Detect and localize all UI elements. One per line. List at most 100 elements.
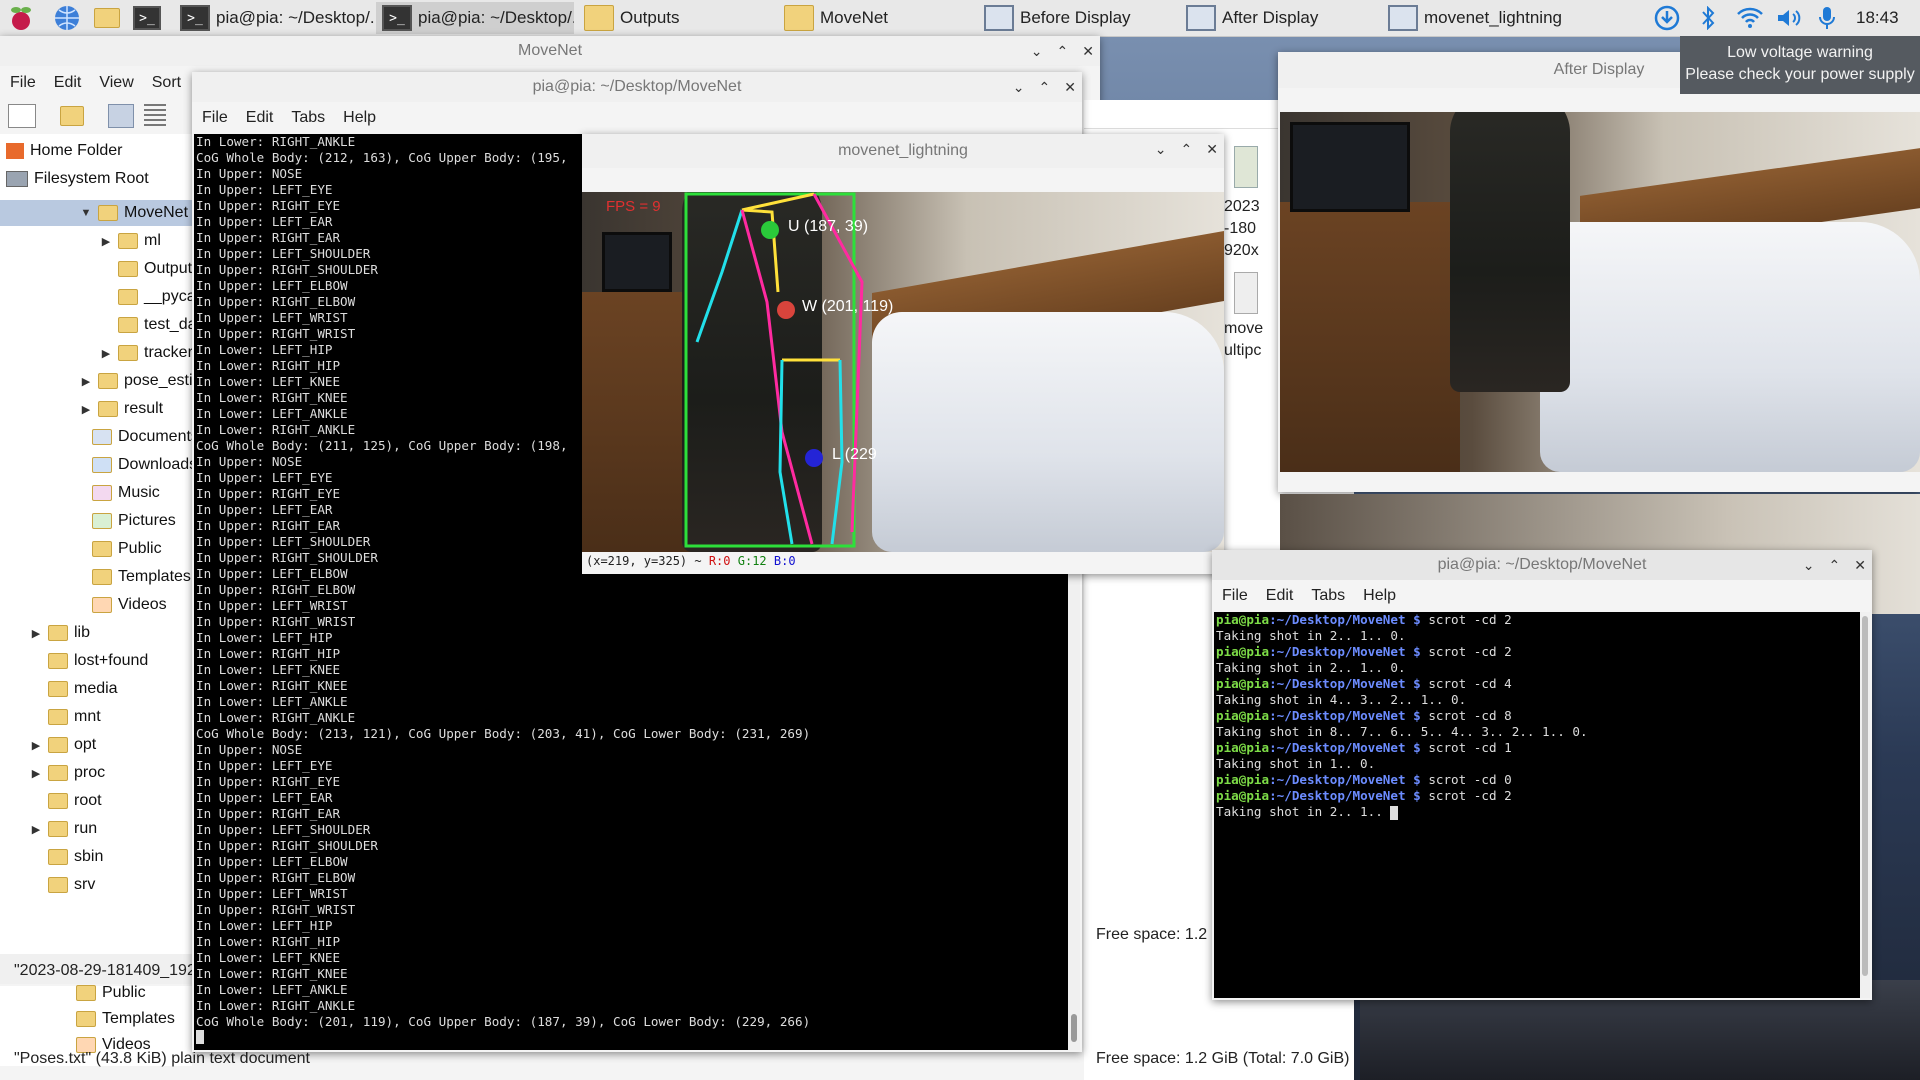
chevron-right-icon[interactable]: ▶ <box>100 235 112 248</box>
folder-icon <box>92 513 112 529</box>
taskbar-item-movenet[interactable]: MoveNet <box>778 2 974 34</box>
list-view-icon[interactable] <box>144 104 166 128</box>
tree-item[interactable]: ▶ ml <box>0 228 192 254</box>
maximize-icon[interactable]: ⌃ <box>1057 43 1069 60</box>
tree-item[interactable]: __pycac <box>0 284 204 310</box>
close-icon[interactable]: ✕ <box>1082 43 1094 60</box>
bluetooth-icon[interactable] <box>1694 4 1722 32</box>
image-thumbnail[interactable] <box>1234 146 1258 188</box>
minimize-icon[interactable]: ⌄ <box>1803 557 1815 574</box>
menu-file[interactable]: File <box>10 74 36 92</box>
menu-help[interactable]: Help <box>343 109 376 127</box>
tree-item[interactable]: ▼ MoveNet <box>0 200 192 226</box>
menu-tabs[interactable]: Tabs <box>1311 587 1345 605</box>
chevron-right-icon[interactable]: ▶ <box>30 823 42 836</box>
minimize-icon[interactable]: ⌄ <box>1155 141 1167 158</box>
close-icon[interactable]: ✕ <box>1854 557 1866 574</box>
folder-icon <box>48 793 68 809</box>
file-thumbnail[interactable] <box>1234 272 1258 314</box>
chevron-down-icon[interactable]: ▼ <box>80 207 92 219</box>
maximize-icon[interactable]: ⌃ <box>1829 557 1841 574</box>
tree-item[interactable]: Downloads <box>0 452 197 478</box>
minimize-icon[interactable]: ⌄ <box>1013 79 1025 96</box>
new-window-icon[interactable] <box>8 104 36 128</box>
tree-item[interactable]: lost+found <box>0 648 192 674</box>
microphone-icon[interactable] <box>1814 4 1840 32</box>
tree-item[interactable]: mnt <box>0 704 192 730</box>
window-controls: ⌄ ⌃ ✕ <box>1803 550 1866 580</box>
volume-icon[interactable] <box>1774 4 1804 32</box>
tree-item[interactable]: Public <box>0 536 192 562</box>
window-titlebar[interactable]: pia@pia: ~/Desktop/MoveNet ⌄ ⌃ ✕ <box>192 72 1082 102</box>
place-filesystem-root[interactable]: Filesystem Root <box>6 166 149 192</box>
tree-item[interactable]: ▶ pose_estir <box>0 368 198 394</box>
tree-item[interactable]: sbin <box>0 844 192 870</box>
menu-view[interactable]: View <box>99 74 133 92</box>
terminal-line: In Lower: LEFT_KNEE <box>196 950 341 965</box>
terminal-scrollbar[interactable] <box>1860 612 1870 998</box>
chevron-right-icon[interactable]: ▶ <box>30 627 42 640</box>
tree-item[interactable]: media <box>0 676 192 702</box>
taskbar-item-terminal-2[interactable]: >_ pia@pia: ~/Desktop/... <box>376 2 574 34</box>
place-home-folder[interactable]: Home Folder <box>6 138 122 164</box>
taskbar-item-terminal-1[interactable]: >_ pia@pia: ~/Desktop/... <box>174 2 374 34</box>
folder-icon <box>48 681 68 697</box>
menu-edit[interactable]: Edit <box>1266 587 1294 605</box>
terminal-output[interactable]: pia@pia:~/Desktop/MoveNet $ scrot -cd 2T… <box>1214 612 1860 998</box>
chevron-right-icon[interactable]: ▶ <box>30 739 42 752</box>
window-titlebar[interactable]: movenet_lightning ⌄ ⌃ ✕ <box>582 134 1224 168</box>
chevron-right-icon[interactable]: ▶ <box>80 375 92 388</box>
tree-item[interactable]: srv <box>0 872 192 898</box>
icon-view-icon[interactable] <box>108 104 134 128</box>
menu-edit[interactable]: Edit <box>246 109 274 127</box>
tree-item[interactable]: test_da <box>0 312 196 338</box>
file-manager-icon[interactable] <box>92 3 122 33</box>
tree-item[interactable]: Outputs <box>0 256 200 282</box>
tree-item[interactable]: root <box>0 788 192 814</box>
taskbar-item-outputs[interactable]: Outputs <box>578 2 774 34</box>
scrollbar-thumb[interactable] <box>1071 1014 1077 1042</box>
tree-item[interactable]: Music <box>0 480 192 506</box>
tree-item[interactable]: ▶ run <box>0 816 192 842</box>
menu-edit[interactable]: Edit <box>54 74 82 92</box>
terminal-launcher-icon[interactable]: >_ <box>132 3 162 33</box>
taskbar-item-movenet-lightning[interactable]: movenet_lightning <box>1382 2 1642 34</box>
tree-item[interactable]: ▶ tracker <box>0 340 193 366</box>
menu-help[interactable]: Help <box>1363 587 1396 605</box>
close-icon[interactable]: ✕ <box>1206 141 1218 158</box>
tree-item-templates[interactable]: Templates <box>76 1006 175 1032</box>
tree-item[interactable]: Documents <box>0 424 199 450</box>
tree-item[interactable]: ▶ lib <box>0 620 192 646</box>
close-icon[interactable]: ✕ <box>1064 79 1076 96</box>
chevron-right-icon[interactable]: ▶ <box>100 347 112 360</box>
taskbar-item-after-display[interactable]: After Display <box>1180 2 1380 34</box>
taskbar-item-before-display[interactable]: Before Display <box>978 2 1178 34</box>
download-icon[interactable] <box>1652 4 1682 32</box>
tree-item-public[interactable]: Public <box>76 980 146 1006</box>
window-titlebar[interactable]: pia@pia: ~/Desktop/MoveNet ⌄ ⌃ ✕ <box>1212 550 1872 580</box>
tree-item[interactable]: Videos <box>0 592 192 618</box>
raspberry-menu-icon[interactable] <box>6 3 36 33</box>
new-folder-icon[interactable] <box>60 106 84 126</box>
window-titlebar[interactable]: MoveNet ⌄ ⌃ ✕ <box>0 36 1100 66</box>
chevron-right-icon[interactable]: ▶ <box>30 767 42 780</box>
tree-item[interactable]: ▶ opt <box>0 732 192 758</box>
clock[interactable]: 18:43 <box>1856 8 1899 28</box>
tree-item[interactable]: Pictures <box>0 508 192 534</box>
tree-item[interactable]: Templates <box>0 564 192 590</box>
wifi-icon[interactable] <box>1734 4 1766 32</box>
menu-tabs[interactable]: Tabs <box>291 109 325 127</box>
chevron-right-icon[interactable]: ▶ <box>80 403 92 416</box>
maximize-icon[interactable]: ⌃ <box>1181 141 1193 158</box>
pose-frame-image[interactable]: FPS = 9 U (187, 39) W (201, 119) L (229 <box>582 192 1224 552</box>
tree-item[interactable]: ▶ proc <box>0 760 192 786</box>
menu-sort[interactable]: Sort <box>152 74 181 92</box>
low-voltage-notification[interactable]: Low voltage warning Please check your po… <box>1680 36 1920 94</box>
scrollbar-thumb[interactable] <box>1862 616 1868 976</box>
menu-file[interactable]: File <box>202 109 228 127</box>
menu-file[interactable]: File <box>1222 587 1248 605</box>
web-browser-icon[interactable] <box>52 3 82 33</box>
tree-item[interactable]: ▶ result <box>0 396 192 422</box>
maximize-icon[interactable]: ⌃ <box>1039 79 1051 96</box>
minimize-icon[interactable]: ⌄ <box>1031 43 1043 60</box>
